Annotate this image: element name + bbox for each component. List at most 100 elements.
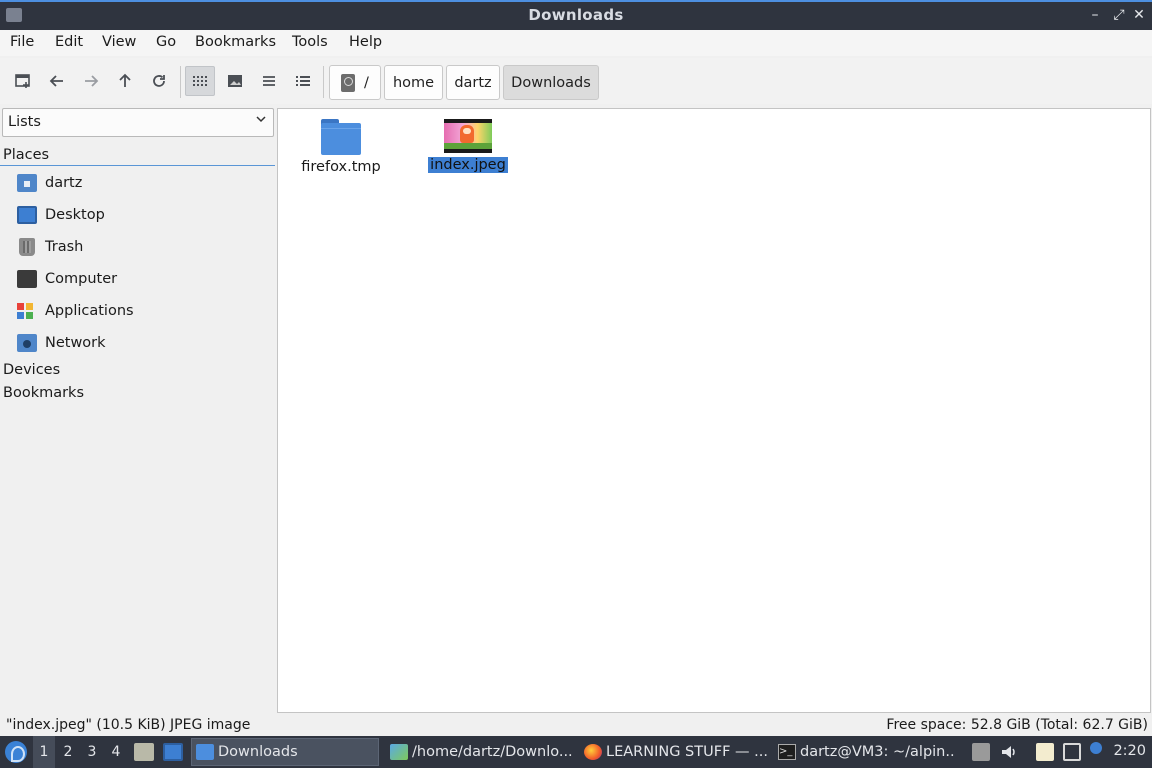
sidebar-item-label: Network <box>45 335 106 351</box>
sidebar-item-trash[interactable]: Trash <box>0 232 276 262</box>
menu-tools[interactable]: Tools <box>292 34 328 50</box>
window-title: Downloads <box>528 6 624 24</box>
sidebar-item-label: Computer <box>45 271 118 287</box>
desktop-icon <box>17 206 37 224</box>
task-terminal[interactable]: >_ dartz@VM3: ~/alpin... <box>774 738 956 766</box>
maximize-button[interactable]: ⤢ <box>1110 6 1128 24</box>
taskbar: 1 2 3 4 Downloads /home/dartz/Downlo... … <box>0 736 1152 768</box>
back-button[interactable] <box>42 66 72 96</box>
icon-view-icon <box>193 76 207 86</box>
sidebar: Lists Places dartz Desktop Trash Compute… <box>0 106 276 712</box>
folder-icon <box>196 744 214 760</box>
new-tab-icon <box>15 74 30 88</box>
task-downloads[interactable]: Downloads <box>191 738 379 766</box>
start-menu-icon[interactable] <box>5 741 27 763</box>
up-arrow-icon <box>119 73 131 87</box>
task-label: LEARNING STUFF — ... <box>606 744 768 760</box>
breadcrumb-label: dartz <box>454 74 492 91</box>
window-titlebar: Downloads – ⤢ ✕ <box>0 0 1152 30</box>
minimize-button[interactable]: – <box>1086 6 1104 24</box>
sidebar-item-dartz[interactable]: dartz <box>0 168 276 198</box>
forward-arrow-icon <box>85 75 99 87</box>
task-firefox[interactable]: LEARNING STUFF — ... <box>580 738 770 766</box>
show-desktop-icon[interactable] <box>163 743 183 761</box>
file-item-label: firefox.tmp <box>301 159 381 175</box>
file-manager-launcher-icon[interactable] <box>134 743 154 761</box>
file-item-firefox-tmp[interactable]: firefox.tmp <box>291 119 391 175</box>
sidebar-item-desktop[interactable]: Desktop <box>0 200 276 230</box>
back-arrow-icon <box>49 75 63 87</box>
menu-help[interactable]: Help <box>349 34 382 50</box>
bookmarks-section-header[interactable]: Bookmarks <box>3 385 84 401</box>
task-label: /home/dartz/Downlo... <box>412 744 573 760</box>
breadcrumb-home[interactable]: home <box>384 65 443 100</box>
task-label: Downloads <box>218 744 298 760</box>
image-viewer-icon <box>390 744 408 760</box>
breadcrumb-root[interactable]: / <box>329 65 381 100</box>
menu-edit[interactable]: Edit <box>55 34 83 50</box>
new-tab-button[interactable] <box>8 66 38 96</box>
sidebar-item-label: Applications <box>45 303 134 319</box>
breadcrumb-dartz[interactable]: dartz <box>446 65 500 100</box>
menu-view[interactable]: View <box>102 34 136 50</box>
icon-view-button[interactable] <box>185 66 215 96</box>
breadcrumb-downloads[interactable]: Downloads <box>503 65 599 100</box>
task-label: dartz@VM3: ~/alpin... <box>800 744 956 760</box>
firefox-icon <box>584 744 602 760</box>
thumbnail-view-icon <box>228 75 242 87</box>
toolbar: / home dartz Downloads <box>0 58 1152 104</box>
workspace-4[interactable]: 4 <box>105 736 127 768</box>
task-image-viewer[interactable]: /home/dartz/Downlo... <box>386 738 574 766</box>
compact-view-icon <box>263 76 275 86</box>
side-pane-mode-value: Lists <box>8 114 41 130</box>
places-divider <box>0 165 275 166</box>
computer-icon <box>17 270 37 288</box>
close-button[interactable]: ✕ <box>1130 6 1148 24</box>
clock[interactable]: 2:20 <box>1113 743 1146 759</box>
devices-section-header[interactable]: Devices <box>3 362 60 378</box>
forward-button[interactable] <box>76 66 106 96</box>
menu-bar: File Edit View Go Bookmarks Tools Help <box>0 30 1152 56</box>
workspace-1[interactable]: 1 <box>33 736 55 768</box>
file-view[interactable]: firefox.tmp index.jpeg <box>277 108 1151 713</box>
reload-icon <box>153 75 165 87</box>
toolbar-separator <box>323 66 324 98</box>
workspace-3[interactable]: 3 <box>81 736 103 768</box>
sidebar-item-network[interactable]: Network <box>0 328 276 358</box>
network-icon <box>17 334 37 352</box>
applications-icon <box>17 302 35 320</box>
up-button[interactable] <box>110 66 140 96</box>
menu-bookmarks[interactable]: Bookmarks <box>195 34 276 50</box>
places-section-header[interactable]: Places <box>3 147 49 163</box>
file-item-label: index.jpeg <box>428 157 508 173</box>
chevron-down-icon <box>255 113 267 129</box>
menu-go[interactable]: Go <box>156 34 176 50</box>
image-thumbnail-icon <box>444 119 492 153</box>
menu-file[interactable]: File <box>10 34 34 50</box>
status-bar: "index.jpeg" (10.5 KiB) JPEG image Free … <box>0 714 1152 736</box>
detailed-list-view-icon <box>296 76 310 86</box>
volume-icon[interactable] <box>1000 743 1018 761</box>
trash-icon <box>19 238 35 256</box>
breadcrumb-label: Downloads <box>511 74 591 91</box>
sidebar-item-label: dartz <box>45 175 83 191</box>
sidebar-item-label: Trash <box>45 239 84 255</box>
reload-button[interactable] <box>144 66 174 96</box>
breadcrumb-label: / <box>364 74 369 91</box>
side-pane-mode-select[interactable]: Lists <box>2 108 274 137</box>
notification-icon[interactable] <box>1090 742 1102 754</box>
tray-keyboard-icon[interactable] <box>972 743 990 761</box>
free-space-info: Free space: 52.8 GiB (Total: 62.7 GiB) <box>886 717 1148 733</box>
network-status-icon[interactable] <box>1063 743 1081 761</box>
clipboard-icon[interactable] <box>1036 743 1054 761</box>
sidebar-item-applications[interactable]: Applications <box>0 296 276 326</box>
toolbar-separator <box>180 66 181 98</box>
file-item-index-jpeg[interactable]: index.jpeg <box>418 119 518 173</box>
detailed-list-view-button[interactable] <box>288 66 318 96</box>
home-folder-icon <box>17 174 37 192</box>
workspace-2[interactable]: 2 <box>57 736 79 768</box>
thumbnail-view-button[interactable] <box>220 66 250 96</box>
sidebar-item-computer[interactable]: Computer <box>0 264 276 294</box>
selection-info: "index.jpeg" (10.5 KiB) JPEG image <box>6 717 251 733</box>
compact-view-button[interactable] <box>254 66 284 96</box>
